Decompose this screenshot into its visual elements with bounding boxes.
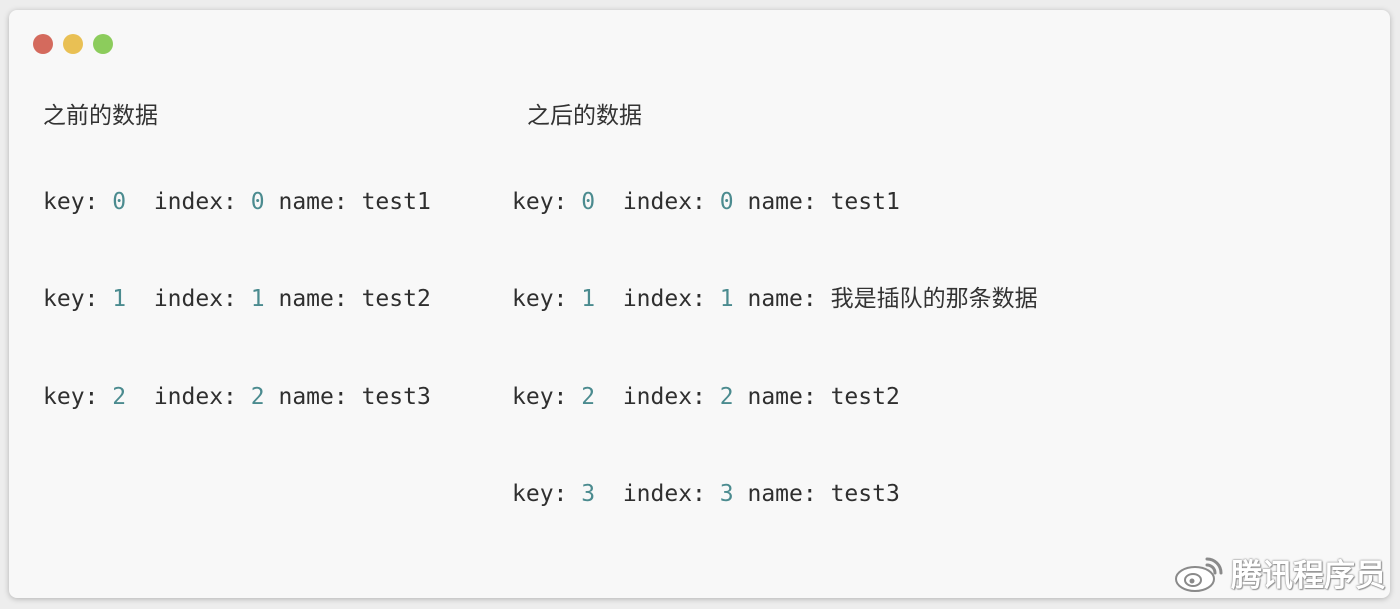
key-value: 0 bbox=[581, 189, 596, 215]
index-value: 1 bbox=[719, 286, 734, 312]
before-row: key: 0 index: 0 name: test1 bbox=[43, 187, 431, 217]
weibo-icon bbox=[1175, 557, 1223, 592]
index-label: index: bbox=[622, 384, 720, 410]
key-label: key: bbox=[43, 384, 113, 410]
name-value: test2 bbox=[830, 384, 900, 410]
index-label: index: bbox=[153, 384, 251, 410]
after-heading: 之后的数据 bbox=[527, 103, 642, 129]
name-value: test3 bbox=[361, 384, 431, 410]
index-value: 0 bbox=[719, 189, 734, 215]
index-label: index: bbox=[622, 189, 720, 215]
key-value: 3 bbox=[581, 481, 596, 507]
name-label: name: bbox=[747, 384, 831, 410]
index-label: index: bbox=[153, 286, 251, 312]
name-label: name: bbox=[747, 481, 831, 507]
key-label: key: bbox=[512, 384, 582, 410]
key-value: 2 bbox=[112, 384, 127, 410]
index-value: 0 bbox=[250, 189, 265, 215]
watermark: 腾讯程序员 bbox=[1173, 550, 1386, 595]
key-value: 0 bbox=[112, 189, 127, 215]
name-value: test1 bbox=[830, 189, 900, 215]
name-value: test1 bbox=[361, 189, 431, 215]
name-label: name: bbox=[278, 189, 362, 215]
minimize-icon[interactable] bbox=[63, 34, 83, 54]
index-value: 3 bbox=[719, 481, 734, 507]
after-row: key: 0 index: 0 name: test1 bbox=[512, 187, 900, 217]
name-value: test3 bbox=[830, 481, 900, 507]
after-row: key: 2 index: 2 name: test2 bbox=[512, 382, 900, 412]
watermark-text: 腾讯程序员 bbox=[1231, 558, 1386, 594]
before-row: key: 2 index: 2 name: test3 bbox=[43, 382, 431, 412]
key-label: key: bbox=[512, 286, 582, 312]
maximize-icon[interactable] bbox=[93, 34, 113, 54]
index-label: index: bbox=[622, 481, 720, 507]
index-value: 2 bbox=[250, 384, 265, 410]
name-value: test2 bbox=[361, 286, 431, 312]
window-controls bbox=[33, 34, 113, 54]
code-window: 之前的数据 之后的数据 key: 0 index: 0 name: test1 … bbox=[9, 10, 1390, 598]
after-row: key: 3 index: 3 name: test3 bbox=[512, 479, 900, 509]
key-label: key: bbox=[43, 286, 113, 312]
key-label: key: bbox=[43, 189, 113, 215]
key-label: key: bbox=[512, 189, 582, 215]
name-value: 我是插队的那条数据 bbox=[830, 286, 1038, 312]
before-heading: 之前的数据 bbox=[43, 103, 158, 129]
close-icon[interactable] bbox=[33, 34, 53, 54]
key-value: 1 bbox=[581, 286, 596, 312]
index-label: index: bbox=[622, 286, 720, 312]
index-value: 2 bbox=[719, 384, 734, 410]
key-label: key: bbox=[512, 481, 582, 507]
before-row: key: 1 index: 1 name: test2 bbox=[43, 284, 431, 314]
name-label: name: bbox=[747, 189, 831, 215]
key-value: 2 bbox=[581, 384, 596, 410]
index-label: index: bbox=[153, 189, 251, 215]
key-value: 1 bbox=[112, 286, 127, 312]
name-label: name: bbox=[747, 286, 831, 312]
name-label: name: bbox=[278, 384, 362, 410]
index-value: 1 bbox=[250, 286, 265, 312]
after-row: key: 1 index: 1 name: 我是插队的那条数据 bbox=[512, 284, 1038, 314]
name-label: name: bbox=[278, 286, 362, 312]
